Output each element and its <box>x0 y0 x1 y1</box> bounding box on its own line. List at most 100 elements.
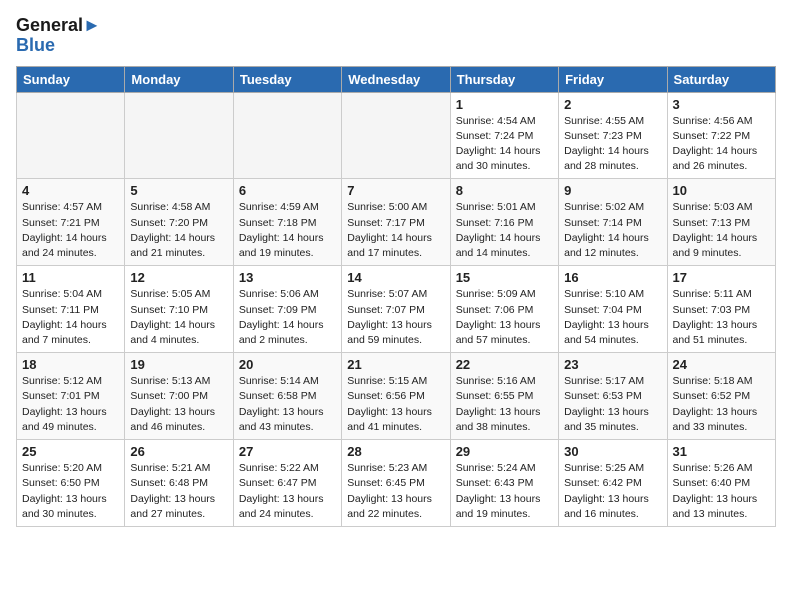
calendar-week-row: 25 Sunrise: 5:20 AMSunset: 6:50 PMDayligh… <box>17 440 776 527</box>
day-info: Sunrise: 4:59 AMSunset: 7:18 PMDaylight:… <box>239 200 336 261</box>
calendar-day-cell <box>233 92 341 179</box>
weekday-header: Thursday <box>450 66 558 92</box>
calendar-day-cell: 23 Sunrise: 5:17 AMSunset: 6:53 PMDayligh… <box>559 353 667 440</box>
calendar-day-cell: 1 Sunrise: 4:54 AMSunset: 7:24 PMDaylight… <box>450 92 558 179</box>
day-info: Sunrise: 5:09 AMSunset: 7:06 PMDaylight:… <box>456 287 553 348</box>
day-number: 25 <box>22 444 119 459</box>
day-info: Sunrise: 4:54 AMSunset: 7:24 PMDaylight:… <box>456 114 553 175</box>
calendar-day-cell: 5 Sunrise: 4:58 AMSunset: 7:20 PMDaylight… <box>125 179 233 266</box>
day-number: 22 <box>456 357 553 372</box>
calendar-day-cell: 15 Sunrise: 5:09 AMSunset: 7:06 PMDayligh… <box>450 266 558 353</box>
calendar-day-cell: 20 Sunrise: 5:14 AMSunset: 6:58 PMDayligh… <box>233 353 341 440</box>
weekday-header: Friday <box>559 66 667 92</box>
calendar-day-cell: 19Sunrise: 5:13 AMSunset: 7:00 PMDayligh… <box>125 353 233 440</box>
calendar-day-cell: 4Sunrise: 4:57 AMSunset: 7:21 PMDaylight… <box>17 179 125 266</box>
day-number: 7 <box>347 183 444 198</box>
day-info: Sunrise: 5:16 AMSunset: 6:55 PMDaylight:… <box>456 374 553 435</box>
day-number: 13 <box>239 270 336 285</box>
day-info: Sunrise: 5:15 AMSunset: 6:56 PMDaylight:… <box>347 374 444 435</box>
day-number: 12 <box>130 270 227 285</box>
day-number: 6 <box>239 183 336 198</box>
day-number: 5 <box>130 183 227 198</box>
day-number: 2 <box>564 97 661 112</box>
day-info: Sunrise: 5:18 AMSunset: 6:52 PMDaylight:… <box>673 374 770 435</box>
calendar-day-cell: 31 Sunrise: 5:26 AMSunset: 6:40 PMDayligh… <box>667 440 775 527</box>
day-number: 11 <box>22 270 119 285</box>
calendar-day-cell: 11 Sunrise: 5:04 AMSunset: 7:11 PMDayligh… <box>17 266 125 353</box>
day-info: Sunrise: 5:13 AMSunset: 7:00 PMDaylight:… <box>130 374 227 435</box>
calendar-day-cell: 25 Sunrise: 5:20 AMSunset: 6:50 PMDayligh… <box>17 440 125 527</box>
calendar-day-cell: 17 Sunrise: 5:11 AMSunset: 7:03 PMDayligh… <box>667 266 775 353</box>
day-number: 31 <box>673 444 770 459</box>
calendar-day-cell: 22 Sunrise: 5:16 AMSunset: 6:55 PMDayligh… <box>450 353 558 440</box>
day-info: Sunrise: 5:01 AMSunset: 7:16 PMDaylight:… <box>456 200 553 261</box>
calendar-day-cell: 9Sunrise: 5:02 AMSunset: 7:14 PMDaylight… <box>559 179 667 266</box>
day-info: Sunrise: 5:12 AMSunset: 7:01 PMDaylight:… <box>22 374 119 435</box>
day-info: Sunrise: 5:06 AMSunset: 7:09 PMDaylight:… <box>239 287 336 348</box>
calendar-day-cell: 8 Sunrise: 5:01 AMSunset: 7:16 PMDaylight… <box>450 179 558 266</box>
day-info: Sunrise: 5:03 AMSunset: 7:13 PMDaylight:… <box>673 200 770 261</box>
calendar-week-row: 4Sunrise: 4:57 AMSunset: 7:21 PMDaylight… <box>17 179 776 266</box>
day-info: Sunrise: 5:17 AMSunset: 6:53 PMDaylight:… <box>564 374 661 435</box>
day-info: Sunrise: 4:56 AMSunset: 7:22 PMDaylight:… <box>673 114 770 175</box>
day-info: Sunrise: 5:10 AMSunset: 7:04 PMDaylight:… <box>564 287 661 348</box>
calendar-day-cell: 16 Sunrise: 5:10 AMSunset: 7:04 PMDayligh… <box>559 266 667 353</box>
calendar-day-cell: 28 Sunrise: 5:23 AMSunset: 6:45 PMDayligh… <box>342 440 450 527</box>
day-number: 17 <box>673 270 770 285</box>
day-number: 4 <box>22 183 119 198</box>
day-info: Sunrise: 5:21 AMSunset: 6:48 PMDaylight:… <box>130 461 227 522</box>
calendar-day-cell: 30Sunrise: 5:25 AMSunset: 6:42 PMDayligh… <box>559 440 667 527</box>
weekday-header: Wednesday <box>342 66 450 92</box>
weekday-header: Saturday <box>667 66 775 92</box>
day-info: Sunrise: 5:14 AMSunset: 6:58 PMDaylight:… <box>239 374 336 435</box>
day-number: 16 <box>564 270 661 285</box>
calendar-day-cell: 26Sunrise: 5:21 AMSunset: 6:48 PMDayligh… <box>125 440 233 527</box>
calendar-day-cell: 14Sunrise: 5:07 AMSunset: 7:07 PMDayligh… <box>342 266 450 353</box>
calendar-week-row: 1 Sunrise: 4:54 AMSunset: 7:24 PMDaylight… <box>17 92 776 179</box>
day-info: Sunrise: 5:07 AMSunset: 7:07 PMDaylight:… <box>347 287 444 348</box>
day-number: 18 <box>22 357 119 372</box>
calendar-day-cell: 27Sunrise: 5:22 AMSunset: 6:47 PMDayligh… <box>233 440 341 527</box>
day-info: Sunrise: 5:00 AMSunset: 7:17 PMDaylight:… <box>347 200 444 261</box>
weekday-header: Monday <box>125 66 233 92</box>
calendar-day-cell: 3 Sunrise: 4:56 AMSunset: 7:22 PMDaylight… <box>667 92 775 179</box>
day-info: Sunrise: 5:25 AMSunset: 6:42 PMDaylight:… <box>564 461 661 522</box>
calendar-day-cell <box>342 92 450 179</box>
day-number: 23 <box>564 357 661 372</box>
day-number: 21 <box>347 357 444 372</box>
day-number: 8 <box>456 183 553 198</box>
calendar-day-cell: 12 Sunrise: 5:05 AMSunset: 7:10 PMDayligh… <box>125 266 233 353</box>
day-info: Sunrise: 5:23 AMSunset: 6:45 PMDaylight:… <box>347 461 444 522</box>
logo-text: General► Blue <box>16 16 101 56</box>
calendar-day-cell: 21 Sunrise: 5:15 AMSunset: 6:56 PMDayligh… <box>342 353 450 440</box>
day-number: 24 <box>673 357 770 372</box>
calendar-day-cell <box>125 92 233 179</box>
day-info: Sunrise: 5:05 AMSunset: 7:10 PMDaylight:… <box>130 287 227 348</box>
day-info: Sunrise: 5:20 AMSunset: 6:50 PMDaylight:… <box>22 461 119 522</box>
day-number: 1 <box>456 97 553 112</box>
day-number: 3 <box>673 97 770 112</box>
day-number: 9 <box>564 183 661 198</box>
day-info: Sunrise: 5:04 AMSunset: 7:11 PMDaylight:… <box>22 287 119 348</box>
weekday-header: Tuesday <box>233 66 341 92</box>
calendar-day-cell: 24 Sunrise: 5:18 AMSunset: 6:52 PMDayligh… <box>667 353 775 440</box>
day-info: Sunrise: 5:24 AMSunset: 6:43 PMDaylight:… <box>456 461 553 522</box>
day-info: Sunrise: 4:55 AMSunset: 7:23 PMDaylight:… <box>564 114 661 175</box>
day-info: Sunrise: 5:11 AMSunset: 7:03 PMDaylight:… <box>673 287 770 348</box>
day-number: 28 <box>347 444 444 459</box>
calendar-day-cell: 18 Sunrise: 5:12 AMSunset: 7:01 PMDayligh… <box>17 353 125 440</box>
day-info: Sunrise: 4:58 AMSunset: 7:20 PMDaylight:… <box>130 200 227 261</box>
calendar-day-cell: 2 Sunrise: 4:55 AMSunset: 7:23 PMDaylight… <box>559 92 667 179</box>
calendar-week-row: 11 Sunrise: 5:04 AMSunset: 7:11 PMDayligh… <box>17 266 776 353</box>
day-number: 10 <box>673 183 770 198</box>
calendar-day-cell <box>17 92 125 179</box>
calendar-day-cell: 10 Sunrise: 5:03 AMSunset: 7:13 PMDayligh… <box>667 179 775 266</box>
day-info: Sunrise: 5:26 AMSunset: 6:40 PMDaylight:… <box>673 461 770 522</box>
day-number: 20 <box>239 357 336 372</box>
day-info: Sunrise: 5:22 AMSunset: 6:47 PMDaylight:… <box>239 461 336 522</box>
day-number: 15 <box>456 270 553 285</box>
calendar-table: SundayMondayTuesdayWednesdayThursdayFrid… <box>16 66 776 527</box>
weekday-header-row: SundayMondayTuesdayWednesdayThursdayFrid… <box>17 66 776 92</box>
calendar-week-row: 18 Sunrise: 5:12 AMSunset: 7:01 PMDayligh… <box>17 353 776 440</box>
calendar-day-cell: 6 Sunrise: 4:59 AMSunset: 7:18 PMDaylight… <box>233 179 341 266</box>
